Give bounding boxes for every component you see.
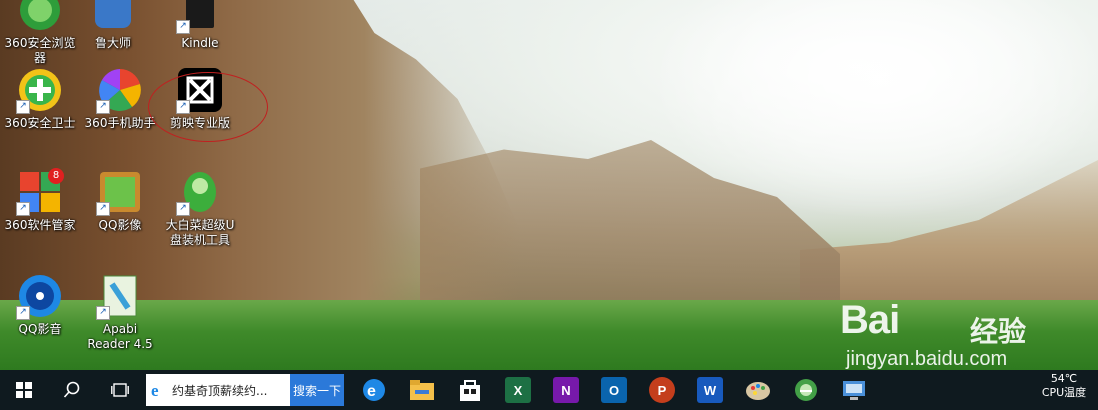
taskbar-search-widget: e 约基奇顶薪续约... 搜索一下 (146, 374, 344, 406)
shortcut-arrow-icon: ↗ (176, 202, 190, 216)
search-submit-button[interactable]: 搜索一下 (290, 374, 344, 406)
windows-logo-icon (16, 382, 32, 398)
desktop-icon-label: Apabi Reader 4.5 (87, 322, 153, 351)
search-button[interactable] (48, 370, 96, 410)
dabaicai-icon: ↗ (176, 168, 224, 216)
desktop-icon-label: 360手机助手 (84, 116, 156, 130)
qq-player-icon: ↗ (16, 272, 64, 320)
taskbar-app-store[interactable] (446, 370, 494, 410)
notification-badge: 8 (48, 168, 64, 184)
task-view-icon (111, 383, 129, 397)
shortcut-arrow-icon: ↗ (96, 100, 110, 114)
360-security-icon: ↗ (16, 66, 64, 114)
svg-text:e: e (151, 381, 159, 399)
taskbar-app-remote-desktop[interactable] (830, 370, 878, 410)
cpu-temperature-value: 54℃ (1050, 372, 1078, 385)
remote-desktop-icon (843, 381, 865, 400)
excel-icon: X (505, 377, 531, 403)
watermark-url: jingyan.baidu.com (846, 348, 1008, 370)
taskbar-app-file-explorer[interactable] (398, 370, 446, 410)
apabi-reader-icon: ↗ (96, 272, 144, 320)
word-icon: W (697, 377, 723, 403)
taskbar-app-outlook[interactable]: O (590, 370, 638, 410)
microsoft-store-icon (460, 380, 480, 401)
cpu-temperature-widget[interactable]: 54℃ CPU温度 (1034, 372, 1094, 400)
start-button[interactable] (0, 370, 48, 410)
desktop-icon-label: 360安全浏览器 (4, 36, 76, 65)
taskbar-app-word[interactable]: W (686, 370, 734, 410)
search-icon (63, 381, 80, 398)
svg-text:e: e (367, 383, 376, 400)
task-view-button[interactable] (96, 370, 144, 410)
edge-icon: e (363, 379, 385, 401)
taskbar-app-paint[interactable] (734, 370, 782, 410)
outlook-icon: O (601, 377, 627, 403)
360-software-manager-icon: 8 ↗ (16, 168, 64, 216)
powerpoint-icon: P (649, 377, 675, 403)
ie-icon: e (151, 381, 159, 399)
paint-icon (746, 382, 770, 400)
shortcut-arrow-icon: ↗ (16, 100, 30, 114)
baidu-jingyan-watermark: Bai 经验 jingyan.baidu.com (840, 290, 1090, 370)
desktop-icon-qq-image[interactable]: ↗ QQ影像 (80, 168, 160, 233)
desktop-icon-label: 360安全卫士 (4, 116, 76, 130)
desktop-icon-dabaicai[interactable]: ↗ 大白菜超级U 盘装机工具 (160, 168, 240, 248)
taskbar-app-excel[interactable]: X (494, 370, 542, 410)
360-phone-assistant-icon: ↗ (96, 66, 144, 114)
desktop-icon-label: Kindle (181, 36, 219, 50)
shortcut-arrow-icon: ↗ (176, 20, 190, 34)
desktop-icon-label: 360软件管家 (4, 218, 76, 232)
onenote-icon: N (553, 377, 579, 403)
360-browser-icon (16, 0, 64, 34)
desktop-icon-apabi-reader[interactable]: ↗ Apabi Reader 4.5 (80, 272, 160, 352)
taskbar-app-powerpoint[interactable]: P (638, 370, 686, 410)
desktop-icon-360-security[interactable]: ↗ 360安全卫士 (0, 66, 80, 131)
desktop-icon-360-phone-assistant[interactable]: ↗ 360手机助手 (80, 66, 160, 131)
shortcut-arrow-icon: ↗ (96, 202, 110, 216)
highlight-annotation-ellipse (148, 72, 268, 142)
desktop-icon-label: QQ影音 (18, 322, 62, 336)
desktop-icon-qq-player[interactable]: ↗ QQ影音 (0, 272, 80, 337)
desktop-icon-label: 大白菜超级U 盘装机工具 (165, 218, 235, 247)
taskbar-app-onenote[interactable]: N (542, 370, 590, 410)
kindle-icon: ↗ (176, 0, 224, 34)
360-browser-taskbar-icon (795, 379, 817, 401)
shortcut-arrow-icon: ↗ (16, 202, 30, 216)
taskbar-app-edge[interactable]: e (350, 370, 398, 410)
ludashi-icon (89, 0, 137, 34)
desktop-icon-label: QQ影像 (98, 218, 142, 232)
watermark-brand: Bai (840, 298, 900, 342)
taskbar-app-360-browser[interactable] (782, 370, 830, 410)
file-explorer-icon (410, 380, 434, 400)
cpu-temperature-label: CPU温度 (1041, 386, 1087, 399)
qq-image-icon: ↗ (96, 168, 144, 216)
watermark-brand-cn: 经验 (970, 315, 1027, 348)
search-input-text: 约基奇顶薪续约... (172, 383, 268, 398)
shortcut-arrow-icon: ↗ (16, 306, 30, 320)
desktop-icon-kindle[interactable]: ↗ Kindle (160, 0, 240, 51)
desktop-icon-ludashi[interactable]: 鲁大师 (73, 0, 153, 51)
desktop-icon-360-browser[interactable]: 360安全浏览器 (0, 0, 80, 66)
shortcut-arrow-icon: ↗ (96, 306, 110, 320)
taskbar: e 约基奇顶薪续约... 搜索一下 e X N O P W (0, 370, 1098, 410)
search-input[interactable]: e 约基奇顶薪续约... (146, 374, 290, 406)
desktop-icon-label: 鲁大师 (94, 36, 131, 50)
desktop-icon-360-software-manager[interactable]: 8 ↗ 360软件管家 (0, 168, 80, 233)
